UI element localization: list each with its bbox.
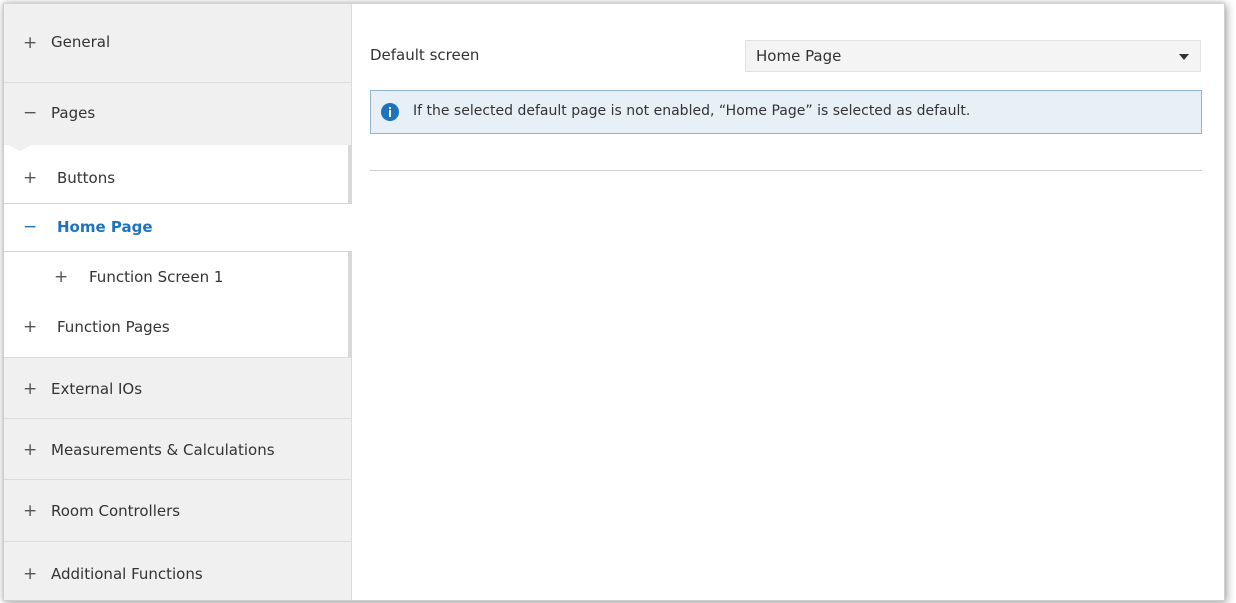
sidebar-item-label: Measurements & Calculations (51, 441, 275, 459)
minus-icon: − (23, 217, 38, 237)
sidebar-item-general[interactable]: + General (4, 4, 352, 83)
default-screen-value: Home Page (756, 47, 842, 65)
main-panel: Default screen Home Page If the selected… (353, 4, 1224, 600)
dropdown-arrow-icon (1179, 54, 1189, 60)
plus-icon: + (23, 33, 38, 53)
sidebar: + General − Pages + Buttons − Home Page … (4, 4, 352, 600)
sidebar-item-label: Room Controllers (51, 502, 181, 520)
sidebar-item-external-ios[interactable]: + External IOs (4, 357, 352, 419)
sidebar-item-label: General (51, 33, 111, 51)
sidebar-item-label: Buttons (57, 169, 116, 187)
sidebar-item-label: Function Pages (57, 318, 170, 336)
plus-icon: + (54, 267, 69, 287)
window-frame: + General − Pages + Buttons − Home Page … (3, 3, 1225, 601)
info-message-text: If the selected default page is not enab… (413, 103, 971, 119)
plus-icon: + (23, 379, 38, 399)
sidebar-item-label: External IOs (51, 380, 143, 398)
pages-submenu: + Buttons − Home Page + Function Screen … (4, 145, 352, 357)
sidebar-subitem-function-pages[interactable]: + Function Pages (4, 302, 348, 352)
plus-icon: + (23, 564, 38, 584)
sidebar-item-pages[interactable]: − Pages (4, 83, 352, 145)
default-screen-label: Default screen (370, 46, 480, 64)
sidebar-item-measurements-calculations[interactable]: + Measurements & Calculations (4, 419, 352, 480)
minus-icon: − (23, 103, 38, 123)
plus-icon: + (23, 317, 38, 337)
plus-icon: + (23, 501, 38, 521)
sidebar-item-additional-functions[interactable]: + Additional Functions (4, 542, 352, 600)
default-screen-select[interactable]: Home Page (745, 40, 1201, 72)
sidebar-item-room-controllers[interactable]: + Room Controllers (4, 480, 352, 542)
plus-icon: + (23, 440, 38, 460)
sidebar-subitem-home-page[interactable]: − Home Page (4, 203, 352, 252)
sidebar-item-label: Function Screen 1 (89, 268, 224, 286)
info-message: If the selected default page is not enab… (370, 90, 1202, 134)
sidebar-item-label: Home Page (57, 218, 153, 236)
sidebar-item-label: Additional Functions (51, 565, 203, 583)
info-icon (381, 103, 399, 121)
plus-icon: + (23, 168, 38, 188)
divider (370, 170, 1202, 171)
sidebar-subitem-buttons[interactable]: + Buttons (4, 153, 348, 203)
submenu-notch (4, 143, 36, 151)
sidebar-item-label: Pages (51, 104, 96, 122)
sidebar-subitem-function-screen-1[interactable]: + Function Screen 1 (4, 252, 348, 302)
